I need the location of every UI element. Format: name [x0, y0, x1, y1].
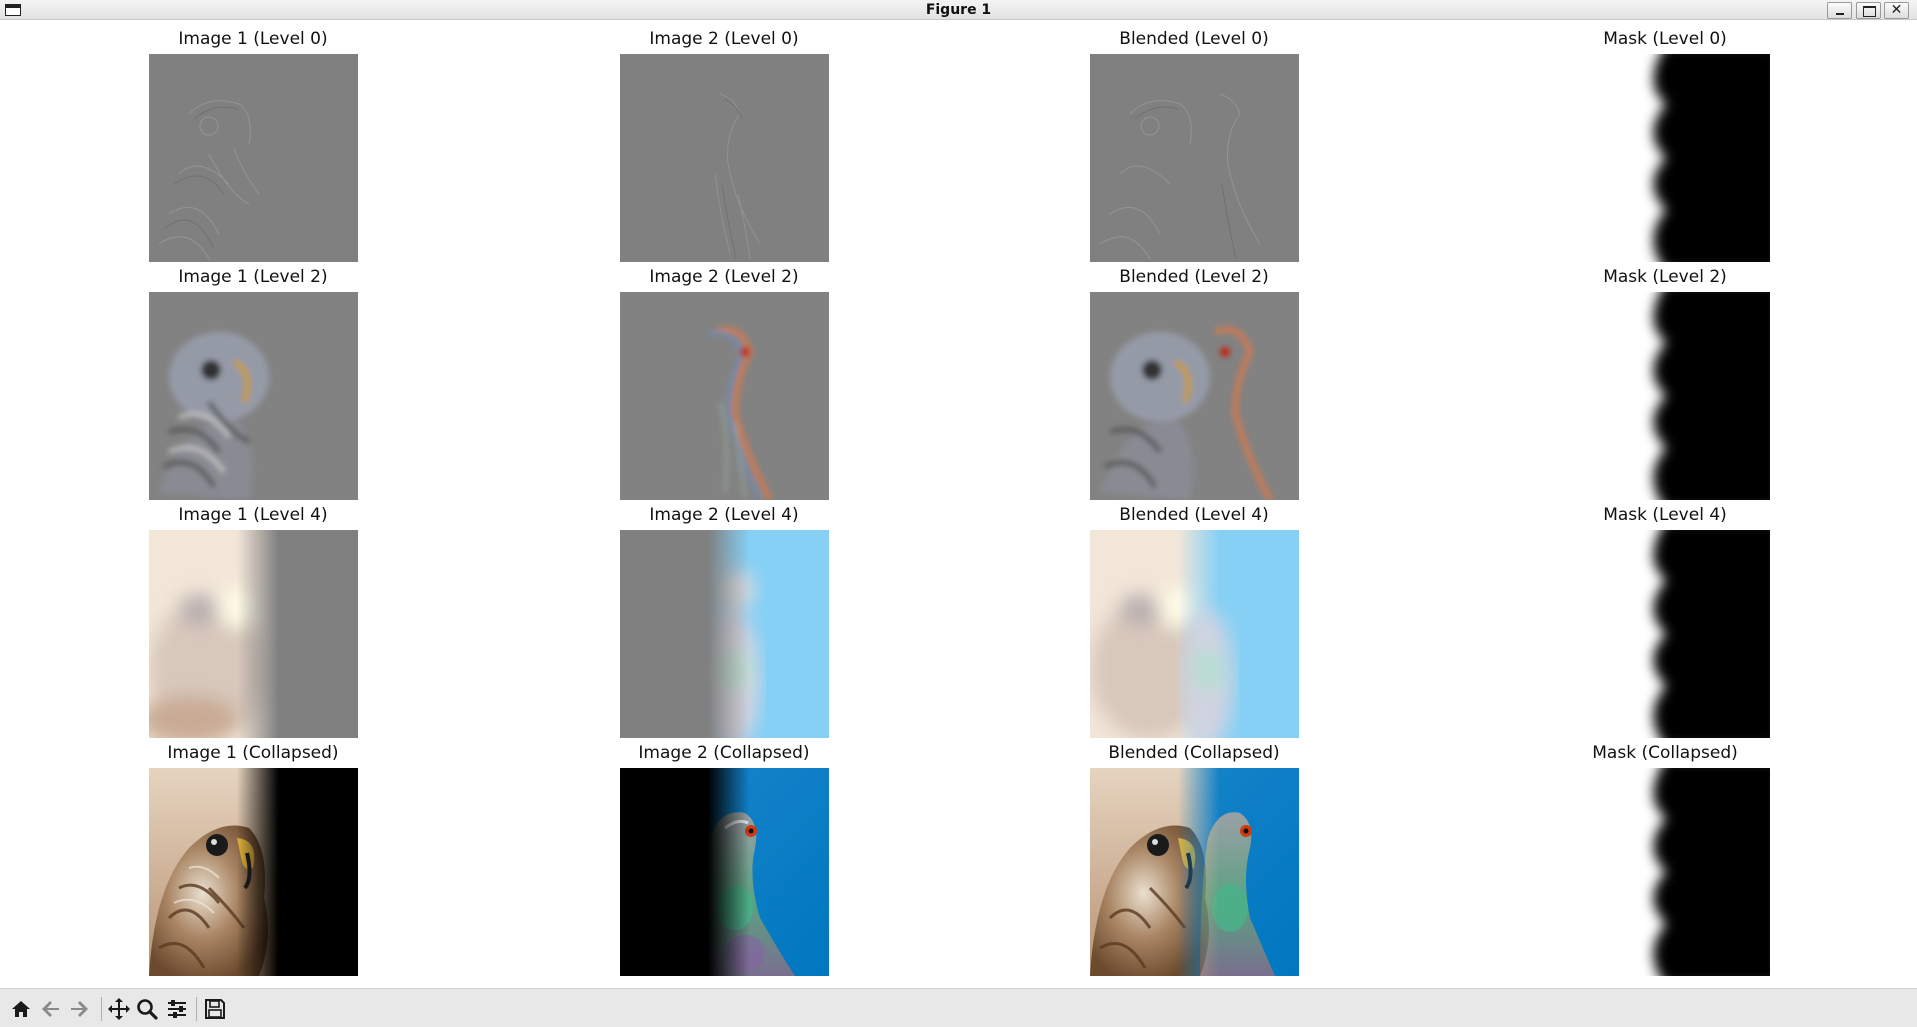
mask-level4	[1561, 530, 1770, 738]
pan-button[interactable]	[106, 996, 132, 1022]
figure-canvas: Image 1 (Level 0) Image 2 (Level 0) Blen…	[6, 22, 1911, 988]
blended-level0	[1090, 54, 1299, 262]
maximize-button[interactable]	[1856, 2, 1881, 19]
panel-title-blended-level0: Blended (Level 0)	[1119, 29, 1269, 49]
panel-title-image1-level2: Image 1 (Level 2)	[178, 267, 328, 287]
home-icon	[12, 1001, 30, 1017]
panel-title-image2-collapsed: Image 2 (Collapsed)	[638, 743, 810, 763]
mask-level2	[1561, 292, 1770, 500]
toolbar-separator	[101, 997, 102, 1021]
image1-collapsed	[149, 768, 358, 976]
minimize-button[interactable]	[1827, 2, 1852, 19]
panel-title-image2-level0: Image 2 (Level 0)	[649, 29, 799, 49]
panel-title-blended-collapsed: Blended (Collapsed)	[1108, 743, 1280, 763]
image2-collapsed	[620, 768, 829, 976]
image2-level0	[620, 54, 829, 262]
image1-level4	[149, 530, 358, 738]
save-icon	[205, 999, 225, 1019]
toolbar-separator	[196, 997, 197, 1021]
image2-level4	[620, 530, 829, 738]
panel-title-mask-level0: Mask (Level 0)	[1603, 29, 1727, 49]
image1-level0	[149, 54, 358, 262]
panel-title-image1-collapsed: Image 1 (Collapsed)	[167, 743, 339, 763]
panel-title-image1-level0: Image 1 (Level 0)	[178, 29, 328, 49]
navigation-toolbar	[0, 988, 1917, 1027]
back-button[interactable]	[38, 996, 64, 1022]
forward-arrow-icon	[71, 1001, 88, 1017]
configure-subplots-icon	[168, 1000, 186, 1018]
blended-level4	[1090, 530, 1299, 738]
window-title: Figure 1	[925, 2, 992, 18]
image1-level2	[149, 292, 358, 500]
window-title-bar: Figure 1 ✕	[0, 0, 1917, 20]
panel-title-image2-level2: Image 2 (Level 2)	[649, 267, 799, 287]
maximize-icon	[1857, 3, 1880, 18]
panel-title-mask-level4: Mask (Level 4)	[1603, 505, 1727, 525]
back-arrow-icon	[42, 1001, 59, 1017]
pan-icon	[108, 998, 130, 1020]
panel-title-blended-level4: Blended (Level 4)	[1119, 505, 1269, 525]
panel-title-mask-collapsed: Mask (Collapsed)	[1592, 743, 1738, 763]
home-button[interactable]	[8, 996, 34, 1022]
zoom-icon	[137, 999, 158, 1020]
close-button[interactable]: ✕	[1884, 2, 1909, 19]
close-icon: ✕	[1890, 2, 1903, 18]
mask-collapsed	[1561, 768, 1770, 976]
save-button[interactable]	[202, 996, 228, 1022]
mask-level0	[1561, 54, 1770, 262]
zoom-button[interactable]	[134, 996, 160, 1022]
panel-title-image2-level4: Image 2 (Level 4)	[649, 505, 799, 525]
blended-collapsed	[1090, 768, 1299, 976]
panel-title-mask-level2: Mask (Level 2)	[1603, 267, 1727, 287]
blended-level2	[1090, 292, 1299, 500]
forward-button[interactable]	[66, 996, 92, 1022]
image2-level2	[620, 292, 829, 500]
panel-title-blended-level2: Blended (Level 2)	[1119, 267, 1269, 287]
configure-subplots-button[interactable]	[164, 996, 190, 1022]
panel-title-image1-level4: Image 1 (Level 4)	[178, 505, 328, 525]
minimize-icon	[1828, 3, 1851, 18]
